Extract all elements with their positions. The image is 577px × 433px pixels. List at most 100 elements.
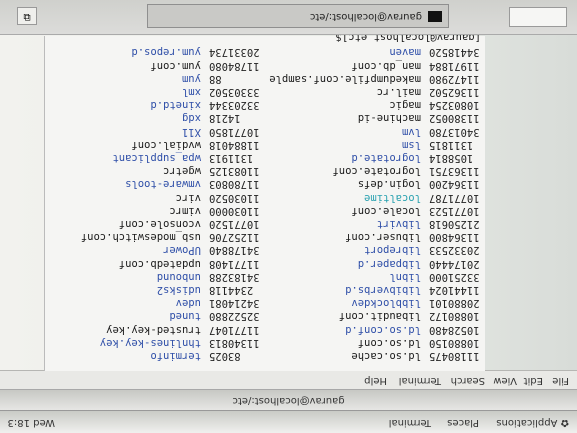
inode-number: 11030520 xyxy=(209,191,260,204)
file-name: wgetrc xyxy=(163,165,201,178)
inode-number: 20331734 xyxy=(209,46,260,59)
terminal-output[interactable]: 11180475 ld.so.cache 83025 terminfo 10880150… xyxy=(44,31,485,371)
listing-row: 11180475 ld.so.cache 83025 terminfo xyxy=(45,348,485,363)
file-name: usb_modeswitch.conf xyxy=(80,231,201,244)
file-name: vimrc xyxy=(169,204,201,217)
inode-number: 34178840 xyxy=(209,244,260,257)
menu-file[interactable]: File xyxy=(552,375,569,386)
menu-help[interactable]: Help xyxy=(364,375,387,386)
window-title: gaurav@localhost:/etc xyxy=(232,395,345,406)
file-name: logrotate.conf xyxy=(332,165,421,178)
file-name: logrotate.d xyxy=(351,152,421,164)
file-name: xdg xyxy=(182,112,201,125)
inode-number: 11771047 xyxy=(209,323,260,336)
file-name: yum.conf xyxy=(150,59,201,72)
listing-row: 10803254 magic 33203344 xinetd.d xyxy=(45,97,485,112)
menu-search[interactable]: Search xyxy=(451,375,485,386)
file-name: vconsole.conf xyxy=(118,218,201,230)
file-name: UPower xyxy=(163,244,201,257)
applications-menu[interactable]: ✿ Applications xyxy=(496,417,569,428)
terminal-icon xyxy=(428,11,442,22)
file-name: libblockdev xyxy=(351,297,421,310)
file-name: mail.rc xyxy=(376,86,421,98)
inode-number: 11252706 xyxy=(209,231,260,244)
file-name: xml xyxy=(182,86,201,98)
window-titlebar[interactable]: gaurav@localhost:/etc xyxy=(0,389,577,410)
file-name: libnl xyxy=(389,270,421,283)
listing-row: 34013780 lvm 10771850 X11 xyxy=(45,124,485,139)
inode-number: 21250618 xyxy=(429,218,480,230)
file-name: yum.repos.d xyxy=(131,46,201,59)
inode-number: 20332533 xyxy=(429,244,480,257)
listing-row: 21250618 libvirt 10771520 vconsole.conf xyxy=(45,216,485,231)
inode-number: 11362502 xyxy=(429,86,480,98)
file-name: thnlines-key.key xyxy=(99,336,201,349)
inode-number: 34013780 xyxy=(429,125,480,138)
inode-number: 11340813 xyxy=(209,336,260,349)
menu-view[interactable]: View xyxy=(493,375,517,386)
inode-number: 83025 xyxy=(209,350,241,362)
listing-row: 1058814 logrotate.d 1311913 wpa_supplicant xyxy=(45,150,485,165)
file-name: libaudit.conf xyxy=(338,310,421,323)
inode-number: 11884018 xyxy=(209,138,260,151)
inode-number: 34214081 xyxy=(209,297,260,310)
file-name: login.defs xyxy=(357,178,421,191)
tab-title: gaurav@localhost:/etc xyxy=(309,11,422,22)
file-name: unbound xyxy=(156,270,201,283)
file-name: machine-id xyxy=(357,112,421,125)
taskbar: gaurav@localhost:/etc ⧉ xyxy=(0,0,577,35)
inode-number: 10771523 xyxy=(429,204,480,217)
inode-number: 10771787 xyxy=(429,191,480,204)
inode-number: 14218 xyxy=(209,112,241,125)
file-name: udisks2 xyxy=(156,284,201,296)
file-name: terminfo xyxy=(150,350,201,362)
file-name: yum xyxy=(182,72,201,85)
inode-number: 10771520 xyxy=(209,218,260,230)
inode-number: 11971884 xyxy=(429,59,480,72)
listing-row: 10528480 ld.so.conf.d 11771047 trusted-key.… xyxy=(45,322,485,337)
inode-number: 33203344 xyxy=(209,99,260,112)
listing-row: 10880150 ld.so.conf 11340813 thnlines-key.k… xyxy=(45,335,485,350)
inode-number: 32522880 xyxy=(209,310,260,323)
listing-row: 11362502 mail.rc 33303502 xml xyxy=(45,84,485,99)
file-name: wpa_supplicant xyxy=(112,152,201,164)
inode-number: 10771850 xyxy=(209,125,260,138)
clock[interactable]: Wed 18:3 xyxy=(8,417,55,428)
inode-number: 11380052 xyxy=(429,112,480,125)
listing-row: 10771523 locale.conf 11030000 vimrc xyxy=(45,203,485,218)
terminal-tab[interactable]: gaurav@localhost:/etc xyxy=(147,4,449,28)
file-name: trusted-key.key xyxy=(106,323,201,336)
listing-row: 1311815 lsm 11884018 wvdial.conf xyxy=(45,137,485,152)
inode-number: 10803254 xyxy=(429,99,480,112)
menu-edit[interactable]: Edit xyxy=(524,375,543,386)
file-name: libuser.conf xyxy=(345,231,421,244)
inode-number: 10880150 xyxy=(429,336,480,349)
file-name: lvm xyxy=(402,125,421,138)
listing-row: 11472980 makedumpfile.conf.sample 88 yum xyxy=(45,71,485,86)
places-menu[interactable]: Places xyxy=(447,417,479,428)
listing-row: 11364800 libuser.conf 11252706 usb_modeswit… xyxy=(45,229,485,244)
inode-number: 11771408 xyxy=(209,257,260,270)
file-name: locale.conf xyxy=(351,204,421,217)
inode-number: 2344118 xyxy=(209,284,254,296)
file-name: libibverbs.d xyxy=(345,284,421,296)
menu-terminal[interactable]: Terminal xyxy=(399,375,441,386)
file-name: makedumpfile.conf.sample xyxy=(269,72,421,85)
inode-number: 11441024 xyxy=(429,284,480,296)
inode-number: 11364800 xyxy=(429,231,480,244)
listing-row: 11363751 logrotate.conf 11083125 wgetrc xyxy=(45,163,485,178)
listing-row: 34418520 maven 20331734 yum.repos.d xyxy=(45,44,485,59)
inode-number: 20174440 xyxy=(429,257,480,270)
listing-row: 11441024 libibverbs.d 2344118 udisks2 xyxy=(45,282,485,297)
window-list-button[interactable] xyxy=(509,7,567,27)
listing-row: 33251000 libnl 34183288 unbound xyxy=(45,269,485,284)
inode-number: 11780803 xyxy=(209,178,260,191)
listing-row: 11971884 man_db.conf 11784080 yum.conf xyxy=(45,58,485,73)
file-name: tuned xyxy=(169,310,201,323)
inode-number: 11472980 xyxy=(429,72,480,85)
window-switch-icon[interactable]: ⧉ xyxy=(17,7,37,25)
listing-row: 10880172 libaudit.conf 32522880 tuned xyxy=(45,308,485,323)
inode-number: 1311913 xyxy=(209,152,254,164)
inode-number: 11083125 xyxy=(209,165,260,178)
terminal-app-menu[interactable]: Terminal xyxy=(389,417,431,428)
